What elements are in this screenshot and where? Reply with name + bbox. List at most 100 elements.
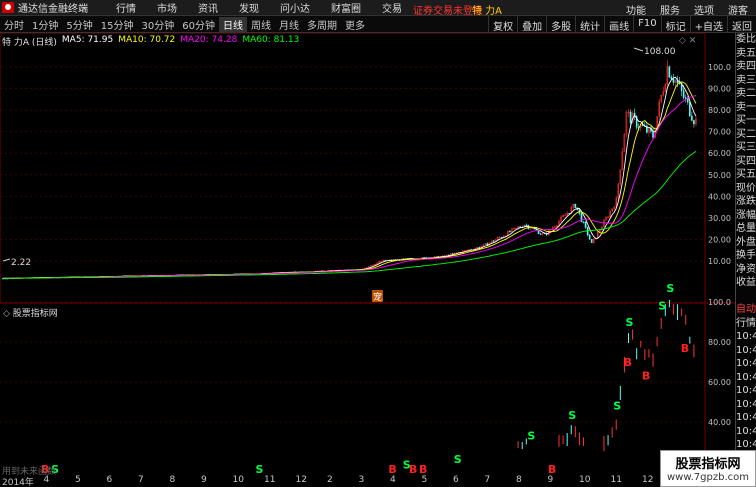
axis-tick-label: 90.00 xyxy=(708,85,731,94)
axis-tick-label: 20.00 xyxy=(708,235,731,244)
date-tick: 8 xyxy=(516,475,522,485)
menu-item-jiaoyi[interactable]: 交易 xyxy=(382,0,402,15)
period-daily[interactable]: 日线 xyxy=(218,16,247,32)
quote-label: 卖三 xyxy=(736,74,756,86)
tool-duogu[interactable]: 多股 xyxy=(546,16,575,33)
quote-label: 委比 xyxy=(736,34,756,45)
candle-body xyxy=(668,66,671,78)
high-price-label: 108.00 xyxy=(644,47,676,57)
candle-body xyxy=(537,230,540,235)
menu-item-gongneng[interactable]: 功能 xyxy=(626,2,646,17)
grid-lines xyxy=(0,66,705,423)
period-toolbar: 分时 1分钟 5分钟 15分钟 30分钟 60分钟 日线 周线 月线 多周期 更… xyxy=(0,16,756,33)
title-menu-bar: 通达信金融终端 行情 市场 资讯 发现 问小达 财富圈 交易 证券交易未登录 特… xyxy=(0,0,756,17)
tool-biaoji[interactable]: 标记 xyxy=(660,16,690,33)
buy-signal: B xyxy=(409,463,417,475)
menu-item-caifuquan[interactable]: 财富圈 xyxy=(331,0,361,15)
buy-signal: B xyxy=(548,463,556,475)
date-tick: 12 xyxy=(642,475,654,485)
menu-item-shichang[interactable]: 市场 xyxy=(157,0,177,15)
tool-back[interactable]: 返回 xyxy=(727,16,756,33)
date-tick: 5 xyxy=(75,475,81,485)
menu-item-youke[interactable]: 游客 xyxy=(728,2,748,17)
tool-huaxian[interactable]: 画线 xyxy=(604,16,633,33)
tool-tongji[interactable]: 统计 xyxy=(575,16,604,33)
period-monthly[interactable]: 月线 xyxy=(275,17,303,32)
candle-body xyxy=(539,233,542,235)
period-multi[interactable]: 多周期 xyxy=(303,17,341,32)
tool-f10[interactable]: F10 xyxy=(633,16,660,33)
buy-signal: B xyxy=(419,463,427,475)
period-weekly[interactable]: 周线 xyxy=(247,17,275,32)
date-tick: 9 xyxy=(201,475,207,485)
date-axis: 2014年 4 5 6 7 8 9 10 11 12 2 3 4 5 6 7 8 9 10 11 12 xyxy=(0,475,676,487)
period-1min[interactable]: 1分钟 xyxy=(28,17,62,32)
date-tick: 10 xyxy=(232,475,244,485)
quote-label: 10:40 xyxy=(736,371,756,383)
indicator-name[interactable]: 股票指标网 xyxy=(13,309,58,319)
candle-body xyxy=(584,221,587,228)
menu-item-zixun[interactable]: 资讯 xyxy=(198,0,218,15)
date-tick: 7 xyxy=(484,475,491,485)
high-pointer xyxy=(633,47,644,52)
ma20-line xyxy=(2,95,697,279)
quote-label: 买一 xyxy=(736,115,756,126)
menu-item-faxian[interactable]: 发现 xyxy=(239,0,259,15)
quote-label: 10:40 xyxy=(736,398,756,410)
quote-label: 涨跌 xyxy=(736,196,756,207)
quote-label: 自动 xyxy=(736,304,756,315)
menu-item-fuwu[interactable]: 服务 xyxy=(660,2,680,17)
top-right-menu: 功能 服务 选项 游客 xyxy=(612,2,748,17)
candle-body xyxy=(693,120,695,125)
date-tick: 8 xyxy=(169,475,176,485)
period-5min[interactable]: 5分钟 xyxy=(62,17,96,32)
ma5-line xyxy=(2,76,697,279)
date-tick: 4 xyxy=(390,475,396,485)
candle-body xyxy=(509,230,511,233)
menu-item-xuanxiang[interactable]: 选项 xyxy=(694,2,714,17)
buy-signal: B xyxy=(642,369,650,382)
quote-label: 卖五 xyxy=(736,47,756,59)
buy-sell-signals: B S S B SB BSSBSSBSBSSB xyxy=(41,282,689,475)
candle-body xyxy=(451,253,454,255)
candle-body xyxy=(652,130,654,138)
quote-label: 10:40 xyxy=(736,331,756,342)
quote-label xyxy=(736,290,756,304)
candle-body xyxy=(582,221,585,223)
candle-body xyxy=(590,238,593,243)
candle-body xyxy=(525,224,528,227)
period-30min[interactable]: 30分钟 xyxy=(137,17,178,32)
axis-tick-label: 50.00 xyxy=(708,171,731,180)
quote-label: 买五 xyxy=(736,169,756,180)
date-tick: 5 xyxy=(421,475,428,485)
period-15min[interactable]: 15分钟 xyxy=(97,17,138,32)
indicator-title: ◇ 股票指标网 xyxy=(3,306,58,319)
quote-label: 卖四 xyxy=(736,61,756,72)
quote-label: 10:40 xyxy=(736,385,756,396)
sub-indicator-axis: 100.0 80.00 60.00 40.00 xyxy=(708,298,731,427)
tool-add-watchlist[interactable]: +自选 xyxy=(689,16,727,33)
candle-body xyxy=(478,246,481,249)
indicator-bars xyxy=(517,299,695,452)
menu-item-hangqing[interactable]: 行情 xyxy=(116,0,136,15)
period-more[interactable]: 更多 xyxy=(341,17,369,32)
candle-body xyxy=(684,97,687,99)
date-tick: 2014年 xyxy=(2,478,34,487)
quote-label: 卖一 xyxy=(736,101,756,113)
indicator-dropdown-icon[interactable]: ◇ xyxy=(3,309,10,319)
current-stock-name: 特 力A xyxy=(472,6,503,17)
period-60min[interactable]: 60分钟 xyxy=(178,17,219,32)
quote-label: 外盘 xyxy=(736,236,756,248)
axis-tick-label: 100.0 xyxy=(708,63,731,72)
tool-fuquan[interactable]: 复权 xyxy=(488,16,517,33)
tool-diejia[interactable]: 叠加 xyxy=(517,16,546,33)
main-price-axis: 100.0 90.00 80.00 70.00 60.00 50.00 40.00 30.00… xyxy=(708,63,731,266)
ma60-line xyxy=(2,150,697,279)
quote-label: 换手 xyxy=(736,250,756,261)
app-logo-icon xyxy=(2,2,14,13)
menu-item-wenxiaoda[interactable]: 问小达 xyxy=(280,0,310,15)
period-fenshi[interactable]: 分时 xyxy=(0,17,28,32)
date-tick: 4 xyxy=(43,475,50,485)
buy-signal: B xyxy=(388,463,396,475)
axis-tick-label: 80.00 xyxy=(708,106,731,115)
